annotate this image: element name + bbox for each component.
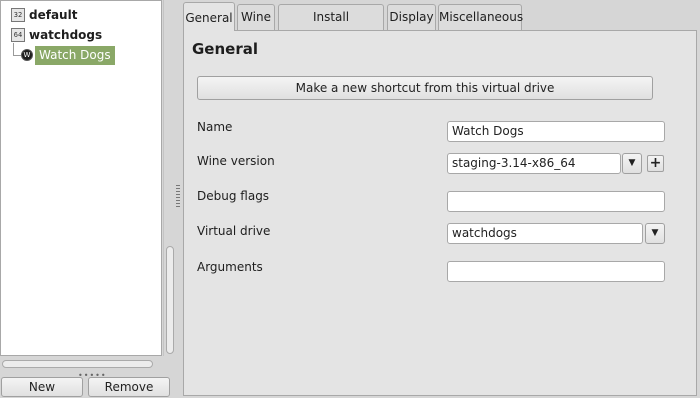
general-tab-panel: General Make a new shortcut from this vi… <box>183 30 697 396</box>
chevron-down-icon[interactable]: ▼ <box>645 223 665 244</box>
virtual-drive-select[interactable]: watchdogs <box>447 223 643 244</box>
pane-splitter-handle[interactable] <box>176 185 180 209</box>
scrollbar-thumb[interactable] <box>166 246 174 354</box>
name-input[interactable]: Watch Dogs <box>447 121 665 142</box>
tree-item-label: watchdogs <box>29 28 103 42</box>
wine-version-select[interactable]: staging-3.14-x86_64 <box>447 153 621 174</box>
new-button[interactable]: New <box>1 377 83 397</box>
tree-connector <box>13 55 21 56</box>
tab-display[interactable]: Display <box>387 4 436 30</box>
prefix-tree[interactable]: 32 default 64 watchdogs W Watch Dogs <box>0 0 162 356</box>
virtual-drive-label: Virtual drive <box>197 224 271 238</box>
game-icon: W <box>21 49 33 61</box>
tree-item-watch-dogs[interactable]: Watch Dogs <box>35 46 115 65</box>
debug-flags-label: Debug flags <box>197 189 270 203</box>
name-label: Name <box>197 120 233 134</box>
prefix-32bit-icon: 32 <box>11 8 25 22</box>
make-shortcut-button[interactable]: Make a new shortcut from this virtual dr… <box>197 76 653 100</box>
debug-flags-input[interactable] <box>447 191 665 212</box>
tree-item-watchdogs[interactable]: 64 watchdogs <box>11 26 102 44</box>
tree-vertical-scrollbar[interactable] <box>163 0 175 356</box>
tree-item-default[interactable]: 32 default <box>11 6 77 24</box>
remove-button[interactable]: Remove <box>88 377 170 397</box>
tree-horizontal-scrollbar[interactable] <box>0 358 162 370</box>
tree-item-label: default <box>29 8 78 22</box>
tab-wine[interactable]: Wine <box>237 4 275 30</box>
tab-miscellaneous[interactable]: Miscellaneous <box>438 4 523 30</box>
chevron-down-icon[interactable]: ▼ <box>622 153 642 174</box>
wine-version-label: Wine version <box>197 154 275 168</box>
arguments-label: Arguments <box>197 260 263 274</box>
tab-install-components[interactable]: Install components <box>278 4 384 49</box>
tab-general[interactable]: General <box>183 2 235 31</box>
prefix-64bit-icon: 64 <box>11 28 25 42</box>
arguments-input[interactable] <box>447 261 665 282</box>
tree-connector <box>13 43 14 55</box>
add-wine-version-button[interactable]: + <box>647 155 664 172</box>
section-title: General <box>192 40 258 58</box>
scrollbar-thumb[interactable] <box>2 360 153 368</box>
